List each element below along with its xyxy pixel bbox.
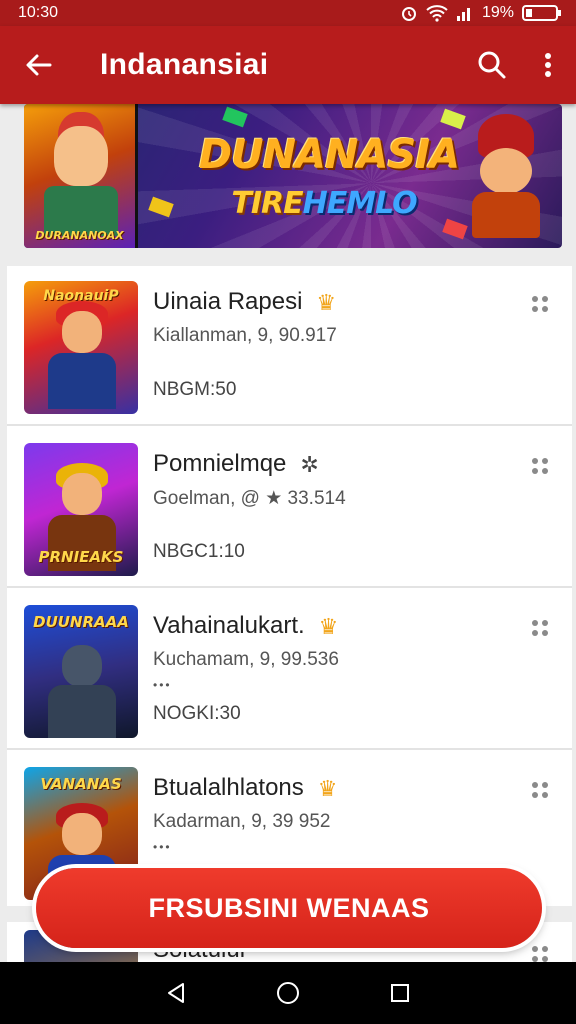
wifi-icon xyxy=(426,4,448,22)
drag-handle-icon[interactable] xyxy=(532,458,554,480)
drag-handle-icon[interactable] xyxy=(532,620,554,642)
figure-body xyxy=(48,685,116,738)
thumb-caption: PRNIEAKS xyxy=(38,548,124,566)
game-thumbnail: DUUNRAAA xyxy=(24,605,138,738)
banner-headline: DUNANASIA xyxy=(198,132,460,178)
figure-head xyxy=(62,645,102,687)
game-code: NOGKI:30 xyxy=(153,703,241,724)
thumb-caption: VANANAS xyxy=(40,775,122,793)
game-code: NBGM:50 xyxy=(153,379,237,400)
battery-level: 19% xyxy=(481,4,514,21)
game-title-text: Pomnielmqe xyxy=(153,450,287,477)
sparkle-icon: ✲ xyxy=(300,451,319,477)
search-icon xyxy=(478,51,506,79)
game-subtitle: Kiallanman, 9, 90.917 xyxy=(153,325,337,346)
game-subtitle: Kuchamam, 9, 99.536 xyxy=(153,649,339,670)
list-item[interactable]: PRNIEAKS Pomnielmqe ✲ Goelman, @ ★ 33.514… xyxy=(7,428,572,588)
nav-recents-button[interactable] xyxy=(380,973,420,1013)
recents-square-icon xyxy=(391,984,409,1002)
hero-figure xyxy=(54,126,108,186)
figure-head xyxy=(62,813,102,855)
game-title: Pomnielmqe ✲ xyxy=(153,450,319,478)
game-title-text: Btualalhlatons xyxy=(153,774,304,801)
mascot-head xyxy=(480,148,532,194)
status-icons: 19% xyxy=(400,4,562,22)
game-extra: ••• xyxy=(153,678,172,692)
crown-icon: ♛ xyxy=(317,775,338,801)
battery-icon xyxy=(522,4,562,22)
game-title-text: Uinaia Rapesi xyxy=(153,288,303,315)
alarm-icon xyxy=(400,4,418,22)
subscribe-button[interactable]: FRSUBSINI WENAAS xyxy=(36,868,542,948)
search-button[interactable] xyxy=(464,26,520,104)
nav-back-button[interactable] xyxy=(156,973,196,1013)
figure-head xyxy=(62,311,102,353)
figure-body xyxy=(48,353,116,409)
signal-icon xyxy=(456,5,474,21)
mascot-figure xyxy=(464,114,548,238)
promo-banner[interactable]: DURANANOAX DUNANASIA TIREHEMLO xyxy=(24,104,562,248)
back-button[interactable] xyxy=(0,26,78,104)
banner-subline-b: HEMLO xyxy=(302,186,418,221)
game-subtitle: Goelman, @ ★ 33.514 xyxy=(153,488,346,509)
back-arrow-icon xyxy=(26,54,52,76)
drag-handle-icon[interactable] xyxy=(532,946,554,962)
game-thumbnail: PRNIEAKS xyxy=(24,443,138,576)
page-title: Indanansiai xyxy=(100,48,269,81)
banner-poster-caption: DURANANOAX xyxy=(35,229,124,242)
crown-icon: ♛ xyxy=(316,289,337,315)
game-extra: ••• xyxy=(153,840,172,854)
status-time: 10:30 xyxy=(18,4,59,21)
game-subtitle: Kadarman, 9, 39 952 xyxy=(153,811,331,832)
list-item[interactable]: NaonauiP Uinaia Rapesi ♛ Kiallanman, 9, 9… xyxy=(7,266,572,426)
figure-head xyxy=(62,473,102,515)
banner-subline-a: TIRE xyxy=(231,186,303,221)
game-title: Vahainalukart. ♛ xyxy=(153,612,338,640)
game-list: NaonauiP Uinaia Rapesi ♛ Kiallanman, 9, 9… xyxy=(7,266,572,906)
game-thumbnail: NaonauiP xyxy=(24,281,138,414)
banner-poster-image: DURANANOAX xyxy=(24,104,138,248)
more-options-button[interactable] xyxy=(520,26,576,104)
app-bar: Indanansiai xyxy=(0,26,576,104)
thumb-caption: DUUNRAAA xyxy=(33,613,129,631)
mascot-torso xyxy=(472,192,540,238)
drag-handle-icon[interactable] xyxy=(532,782,554,804)
game-code: NBGC1:10 xyxy=(153,541,245,562)
list-item[interactable]: DUUNRAAA Vahainalukart. ♛ Kuchamam, 9, 99… xyxy=(7,590,572,750)
status-bar: 10:30 19% xyxy=(0,0,576,26)
game-title-text: Vahainalukart. xyxy=(153,612,305,639)
home-circle-icon xyxy=(277,982,299,1004)
game-title: Uinaia Rapesi ♛ xyxy=(153,288,336,316)
more-vertical-icon xyxy=(545,53,551,77)
drag-handle-icon[interactable] xyxy=(532,296,554,318)
game-title: Btualalhlatons ♛ xyxy=(153,774,338,802)
system-nav-bar xyxy=(0,962,576,1024)
crown-icon: ♛ xyxy=(318,613,339,639)
banner-subline: TIREHEMLO xyxy=(194,186,454,221)
nav-home-button[interactable] xyxy=(268,973,308,1013)
back-triangle-icon xyxy=(168,983,184,1003)
